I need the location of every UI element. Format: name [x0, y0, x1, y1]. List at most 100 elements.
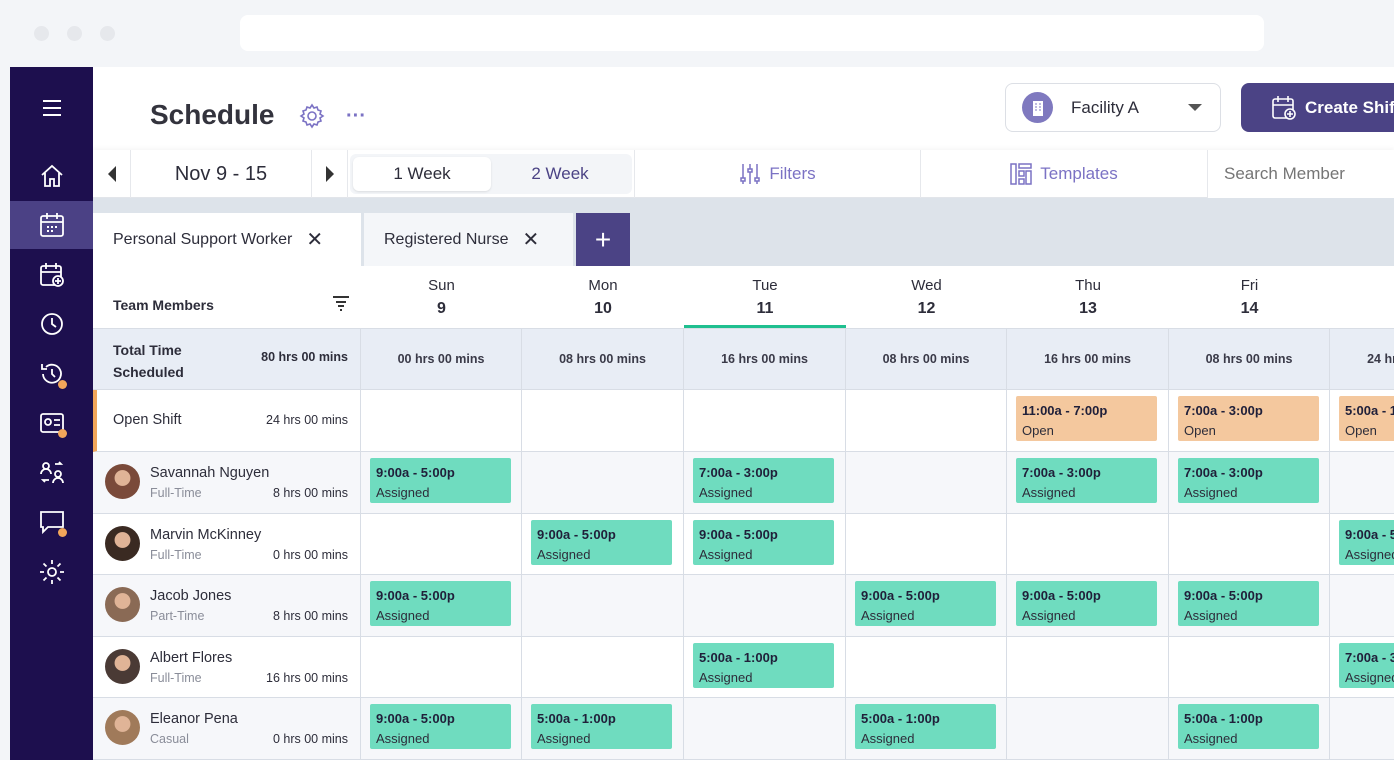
- gear-icon[interactable]: [299, 103, 325, 134]
- close-icon[interactable]: ✕: [306, 227, 323, 252]
- schedule-cell[interactable]: 5:00a - 1:00p Assigned: [684, 637, 846, 698]
- schedule-cell[interactable]: 9:00a - 5:00p Assigned: [361, 575, 522, 637]
- schedule-cell[interactable]: 9:00a - 5:00p Assigned: [846, 575, 1007, 637]
- window-maximize[interactable]: [100, 26, 115, 41]
- shift-block[interactable]: 9:00a - 5:00p Assigned: [370, 581, 511, 626]
- add-tab-button[interactable]: +: [576, 213, 630, 266]
- schedule-cell[interactable]: [522, 637, 684, 698]
- history-icon[interactable]: [10, 350, 93, 398]
- schedule-cell[interactable]: 9:00a - 5:00p Assigned: [361, 698, 522, 760]
- schedule-cell[interactable]: [1007, 698, 1169, 760]
- schedule-cell[interactable]: [846, 514, 1007, 575]
- member-row[interactable]: Savannah Nguyen Full-Time 8 hrs 00 mins: [93, 452, 361, 514]
- member-row[interactable]: Marvin McKinney Full-Time 0 hrs 00 mins: [93, 514, 361, 575]
- schedule-cell[interactable]: 7:00a - 3:00p Assigned: [1169, 452, 1330, 514]
- open-shift-cell[interactable]: [522, 390, 684, 452]
- schedule-cell[interactable]: [1007, 514, 1169, 575]
- schedule-cell[interactable]: [846, 452, 1007, 514]
- schedule-cell[interactable]: [1169, 637, 1330, 698]
- shift-block[interactable]: 5:00a - 1:00p Assigned: [855, 704, 996, 749]
- day-header-sun[interactable]: Sun 9: [361, 266, 522, 328]
- address-bar[interactable]: [240, 15, 1264, 51]
- member-row[interactable]: Eleanor Pena Casual 0 hrs 00 mins: [93, 698, 361, 760]
- shift-block[interactable]: 5:00a - 1:00p Assigned: [531, 704, 672, 749]
- window-close[interactable]: [34, 26, 49, 41]
- shift-block[interactable]: 9:00a - 5:00p Assigned: [1339, 520, 1394, 565]
- shift-block[interactable]: 11:00a - 7:00p Open: [1016, 396, 1157, 441]
- schedule-cell[interactable]: [1007, 637, 1169, 698]
- create-shift-button[interactable]: Create Shift: [1241, 83, 1394, 132]
- day-header-tue[interactable]: Tue 11: [684, 266, 846, 328]
- shift-block[interactable]: 5:00a - 1:00p Assigned: [1178, 704, 1319, 749]
- tab-personal-support-worker[interactable]: Personal Support Worker ✕: [93, 213, 361, 266]
- open-shift-cell[interactable]: 7:00a - 3:00p Open: [1169, 390, 1330, 452]
- schedule-cell[interactable]: 9:00a - 5:00p Assigned: [522, 514, 684, 575]
- close-icon[interactable]: ✕: [523, 227, 540, 252]
- tab-registered-nurse[interactable]: Registered Nurse ✕: [364, 213, 573, 266]
- schedule-cell[interactable]: 9:00a - 5:00p Assigned: [684, 514, 846, 575]
- shift-block[interactable]: 5:00a - 1:00p Assigned: [693, 643, 834, 688]
- schedule-cell[interactable]: [361, 514, 522, 575]
- day-header-mon[interactable]: Mon 10: [522, 266, 684, 328]
- shift-block[interactable]: 9:00a - 5:00p Assigned: [531, 520, 672, 565]
- member-row[interactable]: Jacob Jones Part-Time 8 hrs 00 mins: [93, 575, 361, 637]
- shift-block[interactable]: 7:00a - 3:00p Assigned: [1016, 458, 1157, 503]
- add-calendar-icon[interactable]: [10, 251, 93, 299]
- swap-users-icon[interactable]: [10, 449, 93, 497]
- shift-block[interactable]: 7:00a - 3:00p Assigned: [1339, 643, 1394, 688]
- more-options-icon[interactable]: ···: [346, 105, 366, 128]
- schedule-cell[interactable]: 5:00a - 1:00p Assigned: [522, 698, 684, 760]
- schedule-cell[interactable]: [522, 575, 684, 637]
- schedule-cell[interactable]: 9:00a - 5:00p Assigned: [1169, 575, 1330, 637]
- schedule-cell[interactable]: [1330, 452, 1394, 514]
- clock-icon[interactable]: [10, 300, 93, 348]
- search-member-input[interactable]: [1208, 150, 1394, 198]
- shift-block[interactable]: 7:00a - 3:00p Assigned: [1178, 458, 1319, 503]
- schedule-cell[interactable]: 7:00a - 3:00p Assigned: [1330, 637, 1394, 698]
- view-2-week[interactable]: 2 Week: [491, 157, 629, 191]
- shift-block[interactable]: 7:00a - 3:00p Open: [1178, 396, 1319, 441]
- member-row[interactable]: Albert Flores Full-Time 16 hrs 00 mins: [93, 637, 361, 698]
- settings-icon[interactable]: [10, 548, 93, 596]
- schedule-cell[interactable]: [1169, 514, 1330, 575]
- view-1-week[interactable]: 1 Week: [353, 157, 491, 191]
- shift-block[interactable]: 7:00a - 3:00p Assigned: [693, 458, 834, 503]
- chat-icon[interactable]: [10, 498, 93, 546]
- calendar-icon[interactable]: [10, 201, 93, 249]
- id-card-icon[interactable]: [10, 399, 93, 447]
- day-header-sat[interactable]: Sat 15: [1330, 266, 1394, 328]
- day-header-wed[interactable]: Wed 12: [846, 266, 1007, 328]
- schedule-cell[interactable]: 7:00a - 3:00p Assigned: [684, 452, 846, 514]
- schedule-cell[interactable]: 5:00a - 1:00p Assigned: [846, 698, 1007, 760]
- schedule-cell[interactable]: 9:00a - 5:00p Assigned: [361, 452, 522, 514]
- day-header-fri[interactable]: Fri 14: [1169, 266, 1330, 328]
- shift-block[interactable]: 9:00a - 5:00p Assigned: [693, 520, 834, 565]
- filters-button[interactable]: Filters: [635, 150, 921, 198]
- menu-icon[interactable]: [10, 84, 93, 132]
- shift-block[interactable]: 9:00a - 5:00p Assigned: [1178, 581, 1319, 626]
- home-icon[interactable]: [10, 152, 93, 200]
- schedule-cell[interactable]: 7:00a - 3:00p Assigned: [1007, 452, 1169, 514]
- templates-button[interactable]: Templates: [921, 150, 1208, 198]
- next-week-button[interactable]: [312, 150, 348, 198]
- open-shift-cell[interactable]: [361, 390, 522, 452]
- open-shift-cell[interactable]: 11:00a - 7:00p Open: [1007, 390, 1169, 452]
- schedule-cell[interactable]: 9:00a - 5:00p Assigned: [1330, 514, 1394, 575]
- prev-week-button[interactable]: [93, 150, 131, 198]
- open-shift-cell[interactable]: 5:00a - 1:00p Open: [1330, 390, 1394, 452]
- shift-block[interactable]: 9:00a - 5:00p Assigned: [855, 581, 996, 626]
- schedule-cell[interactable]: 5:00a - 1:00p Assigned: [1169, 698, 1330, 760]
- shift-block[interactable]: 9:00a - 5:00p Assigned: [370, 458, 511, 503]
- facility-select[interactable]: Facility A: [1005, 83, 1221, 132]
- schedule-cell[interactable]: 9:00a - 5:00p Assigned: [1007, 575, 1169, 637]
- shift-block[interactable]: 5:00a - 1:00p Open: [1339, 396, 1394, 441]
- schedule-cell[interactable]: [522, 452, 684, 514]
- open-shift-cell[interactable]: [684, 390, 846, 452]
- day-header-thu[interactable]: Thu 13: [1007, 266, 1169, 328]
- schedule-cell[interactable]: [1330, 698, 1394, 760]
- schedule-cell[interactable]: [684, 698, 846, 760]
- shift-block[interactable]: 9:00a - 5:00p Assigned: [370, 704, 511, 749]
- sort-filter-icon[interactable]: [332, 295, 350, 316]
- window-minimize[interactable]: [67, 26, 82, 41]
- schedule-cell[interactable]: [361, 637, 522, 698]
